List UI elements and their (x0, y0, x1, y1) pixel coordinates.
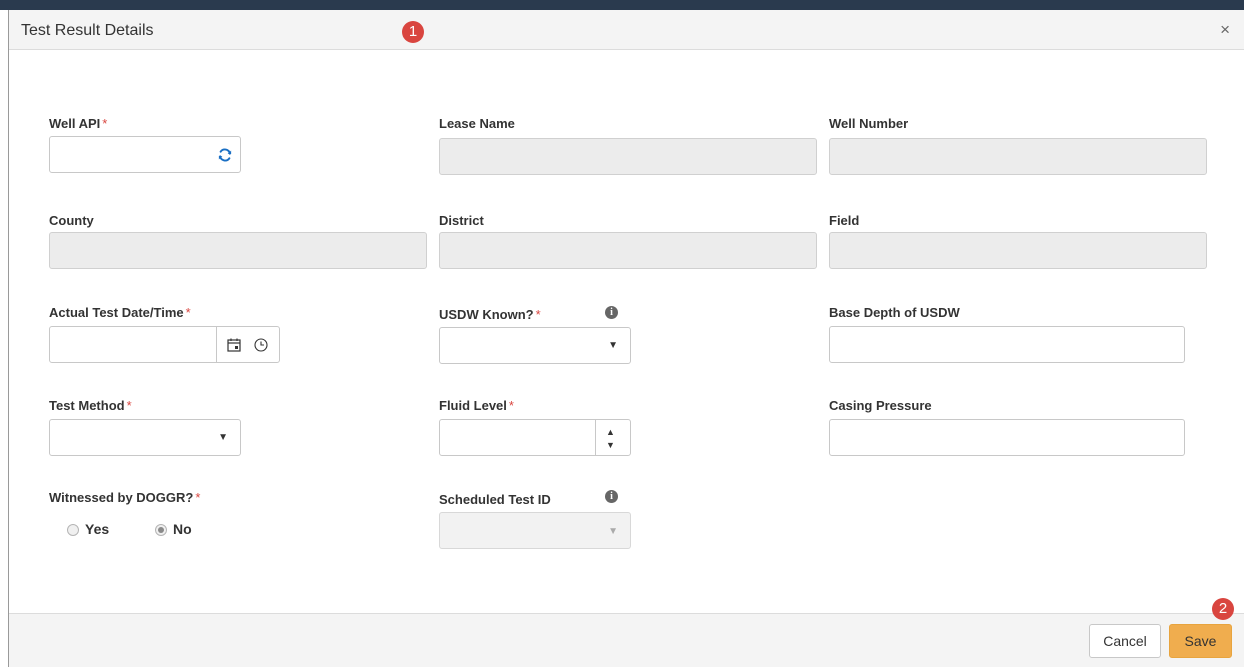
cancel-button[interactable]: Cancel (1089, 624, 1161, 658)
radio-yes[interactable] (67, 524, 79, 536)
chevron-down-icon: ▼ (608, 340, 618, 351)
fluid-level-stepper[interactable]: ▲ ▼ (439, 419, 631, 456)
well-number-label: Well Number (829, 116, 909, 131)
calendar-icon[interactable] (227, 338, 241, 352)
required-marker: * (102, 116, 108, 131)
save-button[interactable]: Save (1169, 624, 1232, 658)
county-field (49, 232, 427, 269)
actual-test-datetime-label: Actual Test Date/Time * (49, 305, 191, 320)
base-depth-usdw-input[interactable] (829, 326, 1185, 363)
casing-pressure-label: Casing Pressure (829, 398, 932, 413)
dialog-footer: Cancel Save (9, 613, 1244, 667)
close-icon[interactable]: × (1220, 21, 1230, 38)
increment-icon[interactable]: ▲ (606, 427, 615, 437)
annotation-badge-2: 2 (1212, 598, 1234, 620)
required-marker: * (535, 307, 541, 322)
radio-no-label[interactable]: No (173, 521, 192, 537)
test-method-select[interactable]: ▼ (49, 419, 241, 456)
annotation-badge-1: 1 (402, 21, 424, 43)
radio-no[interactable] (155, 524, 167, 536)
well-number-field (829, 138, 1207, 175)
chevron-down-icon: ▼ (218, 432, 228, 443)
test-result-details-dialog: Test Result Details × Well API * Lease Na… (9, 10, 1244, 667)
stepper-divider (595, 420, 596, 455)
required-marker: * (185, 305, 191, 320)
lease-name-field (439, 138, 817, 175)
field-label: Field (829, 213, 860, 228)
scheduled-test-id-select: ▼ (439, 512, 631, 549)
required-marker: * (126, 398, 132, 413)
district-field (439, 232, 817, 269)
usdw-known-select[interactable]: ▼ (439, 327, 631, 364)
lease-name-label: Lease Name (439, 116, 515, 131)
clock-icon[interactable] (254, 338, 268, 352)
base-depth-usdw-label: Base Depth of USDW (829, 305, 960, 320)
background-app-bar (0, 0, 1244, 10)
radio-yes-label[interactable]: Yes (85, 521, 109, 537)
well-api-label: Well API * (49, 116, 107, 131)
info-icon[interactable]: i (605, 490, 618, 503)
chevron-down-icon: ▼ (608, 526, 618, 537)
district-label: District (439, 213, 484, 228)
refresh-icon[interactable] (218, 148, 232, 162)
well-api-input[interactable] (49, 136, 241, 173)
background-app-edge (0, 10, 9, 667)
fluid-level-label-text: Fluid Level (439, 398, 507, 413)
scheduled-test-id-label: Scheduled Test ID (439, 492, 551, 507)
decrement-icon[interactable]: ▼ (606, 440, 615, 450)
picker-divider (216, 327, 217, 362)
well-api-label-text: Well API (49, 116, 101, 131)
witnessed-by-doggr-label: Witnessed by DOGGR? * (49, 490, 200, 505)
usdw-known-label: USDW Known? * (439, 307, 541, 322)
fluid-level-label: Fluid Level * (439, 398, 514, 413)
dialog-header: Test Result Details × (9, 10, 1244, 50)
witnessed-by-doggr-label-text: Witnessed by DOGGR? (49, 490, 194, 505)
required-marker: * (508, 398, 514, 413)
actual-test-datetime-label-text: Actual Test Date/Time (49, 305, 184, 320)
dialog-title: Test Result Details (21, 22, 154, 39)
county-label: County (49, 213, 94, 228)
test-method-label: Test Method * (49, 398, 132, 413)
actual-test-datetime-input[interactable] (49, 326, 280, 363)
usdw-known-label-text: USDW Known? (439, 307, 534, 322)
field-field (829, 232, 1207, 269)
casing-pressure-input[interactable] (829, 419, 1185, 456)
test-method-label-text: Test Method (49, 398, 125, 413)
required-marker: * (195, 490, 201, 505)
info-icon[interactable]: i (605, 306, 618, 319)
